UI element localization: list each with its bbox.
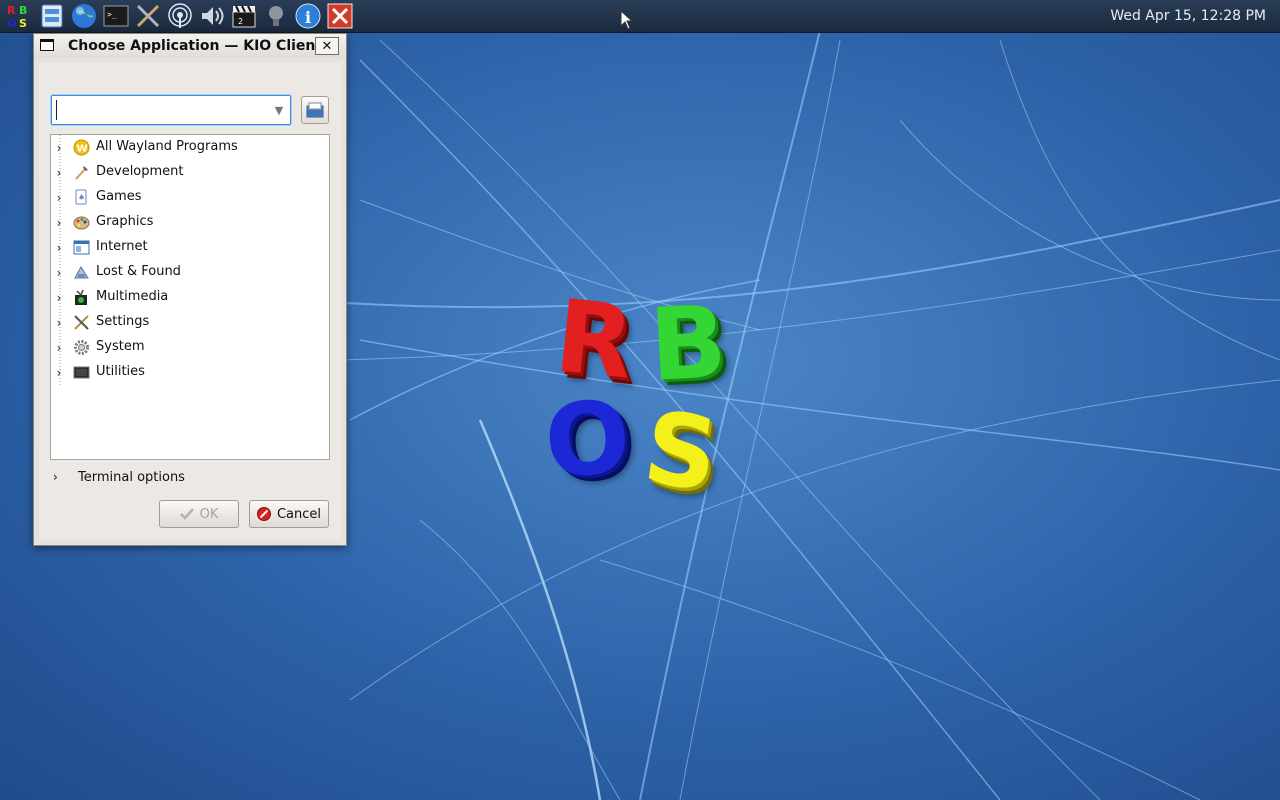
volume-icon[interactable]	[197, 1, 227, 31]
tree-row[interactable]: › Lost & Found	[51, 260, 327, 285]
logo-letter-b: B	[646, 283, 730, 404]
media-clapperboard-icon[interactable]: 2	[229, 1, 259, 31]
settings-icon	[74, 315, 89, 330]
expand-arrow-icon[interactable]: ›	[54, 210, 64, 235]
expand-arrow-icon[interactable]: ›	[54, 160, 64, 185]
tree-row[interactable]: › Internet	[51, 235, 327, 260]
lost-found-icon	[74, 266, 89, 279]
checkmark-icon	[179, 508, 194, 520]
svg-text:R: R	[7, 4, 16, 17]
tree-row[interactable]: › ♠ Games	[51, 185, 327, 210]
network-icon[interactable]	[165, 1, 195, 31]
dialog-titlebar[interactable]: Choose Application — KIO Client ✕	[34, 34, 346, 58]
tree-item-label: Lost & Found	[96, 264, 181, 279]
mouse-pointer-icon	[620, 10, 634, 30]
logo-letter-s: S	[637, 388, 725, 515]
svg-text:2: 2	[238, 17, 243, 26]
close-x-icon[interactable]	[325, 1, 355, 31]
expand-arrow-icon[interactable]: ›	[54, 335, 64, 360]
expand-arrow-icon[interactable]: ›	[54, 360, 64, 385]
tree-item-label: Settings	[96, 314, 150, 329]
tree-item-label: Multimedia	[96, 289, 169, 304]
svg-text:S: S	[19, 17, 27, 30]
graphics-palette-icon	[73, 216, 90, 230]
clock[interactable]: Wed Apr 15, 12:28 PM	[1110, 8, 1266, 24]
svg-text:i: i	[305, 8, 311, 27]
lightbulb-icon[interactable]	[261, 1, 291, 31]
tree-item-label: System	[96, 339, 145, 354]
info-icon[interactable]: i	[293, 1, 323, 31]
top-panel: RBOS >_ 2 i Wed Apr 15, 12:28 PM	[0, 0, 1280, 33]
terminal-icon[interactable]: >_	[101, 1, 131, 31]
expand-arrow-icon[interactable]: ›	[54, 235, 64, 260]
terminal-options-label[interactable]: Terminal options	[78, 470, 185, 485]
tree-row[interactable]: › Multimedia	[51, 285, 327, 310]
chevron-right-icon[interactable]: ›	[53, 470, 58, 484]
expand-arrow-icon[interactable]: ›	[54, 260, 64, 285]
application-tree[interactable]: › W All Wayland Programs › Development ›…	[50, 134, 330, 460]
tree-row[interactable]: › W All Wayland Programs	[51, 135, 327, 160]
ok-button[interactable]: OK	[159, 500, 239, 528]
dialog-body: ▼ › W All Wayland Programs › Development	[39, 62, 341, 540]
logo-letter-o: O	[540, 378, 634, 501]
expand-arrow-icon[interactable]: ›	[54, 310, 64, 335]
cancel-button[interactable]: Cancel	[249, 500, 329, 528]
rbos-menu-icon[interactable]: RBOS	[4, 1, 34, 31]
tree-item-label: Graphics	[96, 214, 154, 229]
tree-row[interactable]: › Development	[51, 160, 327, 185]
svg-text:W: W	[77, 144, 88, 155]
cancel-icon	[256, 507, 271, 521]
ok-button-label: OK	[199, 506, 219, 522]
expand-arrow-icon[interactable]: ›	[54, 285, 64, 310]
development-icon	[75, 166, 88, 180]
tree-row[interactable]: › Settings	[51, 310, 327, 335]
tree-item-label: Utilities	[96, 364, 145, 379]
web-browser-icon[interactable]	[69, 1, 99, 31]
dialog-description	[39, 62, 341, 88]
terminal-options-expander[interactable]: › Terminal options	[53, 468, 253, 488]
wayland-icon: W	[73, 139, 90, 156]
cancel-button-label: Cancel	[276, 506, 322, 522]
application-input[interactable]	[56, 100, 271, 120]
expand-arrow-icon[interactable]: ›	[54, 185, 64, 210]
application-combobox[interactable]: ▼	[51, 95, 291, 125]
svg-text:>_: >_	[107, 10, 117, 19]
window-menu-icon[interactable]	[40, 39, 54, 51]
tree-item-label: Development	[96, 164, 184, 179]
utilities-icon	[73, 366, 90, 379]
file-manager-icon[interactable]	[37, 1, 67, 31]
tree-item-label: Internet	[96, 239, 148, 254]
tree-row[interactable]: › System	[51, 335, 327, 360]
choose-application-dialog: Choose Application — KIO Client ✕ ▼ › W …	[33, 33, 347, 546]
tree-row[interactable]: › Utilities	[51, 360, 327, 385]
system-gear-icon	[74, 340, 89, 355]
dialog-title: Choose Application — KIO Client	[68, 38, 323, 54]
settings-tools-icon[interactable]	[133, 1, 163, 31]
expand-arrow-icon[interactable]: ›	[54, 135, 64, 160]
multimedia-icon	[75, 289, 87, 305]
tree-row[interactable]: › Graphics	[51, 210, 327, 235]
close-button[interactable]: ✕	[315, 37, 339, 55]
tree-item-label: Games	[96, 189, 142, 204]
internet-icon	[73, 240, 90, 255]
svg-text:O: O	[7, 17, 16, 30]
chevron-down-icon[interactable]: ▼	[272, 102, 286, 118]
browse-folder-icon	[306, 102, 324, 118]
svg-text:B: B	[19, 4, 27, 17]
svg-text:♠: ♠	[78, 193, 85, 202]
browse-button[interactable]	[301, 96, 329, 124]
games-icon: ♠	[75, 189, 87, 205]
tree-item-label: All Wayland Programs	[96, 139, 238, 154]
